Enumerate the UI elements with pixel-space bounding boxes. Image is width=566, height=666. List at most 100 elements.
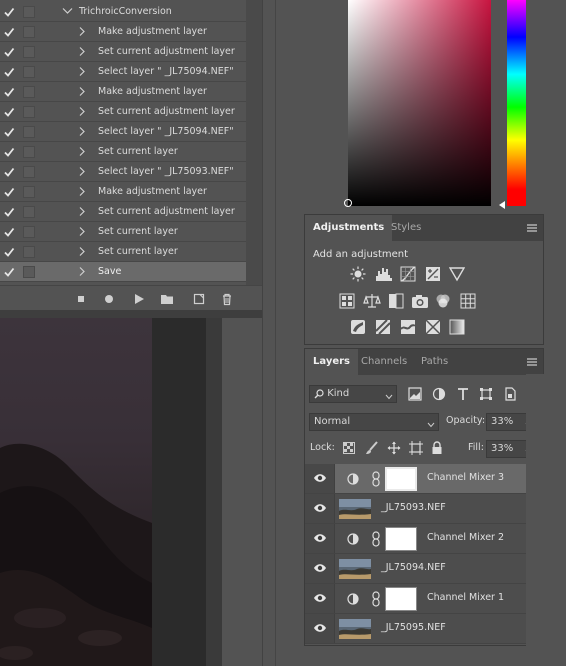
filter-type-icon[interactable] xyxy=(456,387,470,401)
action-item[interactable]: Make adjustment layer xyxy=(0,82,246,102)
layer-row[interactable]: _JL75094.NEF xyxy=(305,554,527,584)
checkmark-icon[interactable] xyxy=(3,46,15,58)
layer-mask-thumbnail[interactable] xyxy=(385,587,417,611)
link-icon[interactable] xyxy=(372,591,380,610)
chevron-right-icon[interactable] xyxy=(78,86,86,97)
action-item[interactable]: Select layer " _JL75094.NEF" xyxy=(0,122,246,142)
filter-adjustment-icon[interactable] xyxy=(432,387,446,401)
folder-icon[interactable] xyxy=(160,292,174,306)
chevron-right-icon[interactable] xyxy=(78,106,86,117)
visibility-toggle[interactable] xyxy=(305,524,335,553)
layer-row[interactable]: _JL75095.NEF xyxy=(305,614,527,644)
layer-mask-thumbnail[interactable] xyxy=(385,467,417,491)
dialog-toggle-box[interactable] xyxy=(23,86,35,98)
dialog-toggle-box[interactable] xyxy=(23,186,35,198)
layer-row[interactable]: _JL75093.NEF xyxy=(305,494,527,524)
dialog-toggle-box[interactable] xyxy=(23,246,35,258)
chevron-right-icon[interactable] xyxy=(78,166,86,177)
trash-icon[interactable] xyxy=(220,292,234,306)
curves-icon[interactable] xyxy=(400,266,416,282)
stop-icon[interactable] xyxy=(74,292,88,306)
checkmark-icon[interactable] xyxy=(3,226,15,238)
tab-layers[interactable]: Layers xyxy=(305,349,358,375)
play-icon[interactable] xyxy=(132,292,146,306)
visibility-toggle[interactable] xyxy=(305,584,335,613)
lock-artboard-icon[interactable] xyxy=(409,441,423,455)
exposure-icon[interactable] xyxy=(425,266,441,282)
dialog-toggle-box[interactable] xyxy=(23,146,35,158)
hue-saturation-icon[interactable] xyxy=(339,293,355,309)
record-icon[interactable] xyxy=(102,292,116,306)
chevron-right-icon[interactable] xyxy=(78,246,86,257)
action-item[interactable]: Set current layer xyxy=(0,242,246,262)
action-item[interactable]: Set current adjustment layer xyxy=(0,202,246,222)
color-balance-icon[interactable] xyxy=(363,293,381,309)
chevron-right-icon[interactable] xyxy=(78,146,86,157)
checkmark-icon[interactable] xyxy=(3,166,15,178)
action-item[interactable]: Save xyxy=(0,262,246,282)
dialog-toggle-box[interactable] xyxy=(23,226,35,238)
chevron-right-icon[interactable] xyxy=(78,226,86,237)
chevron-right-icon[interactable] xyxy=(78,46,86,57)
link-icon[interactable] xyxy=(372,471,380,490)
layer-image-thumbnail[interactable] xyxy=(339,499,371,519)
chevron-right-icon[interactable] xyxy=(78,186,86,197)
dialog-toggle-box[interactable] xyxy=(23,106,35,118)
panel-menu-icon[interactable] xyxy=(527,357,537,367)
hue-slider-handle-icon[interactable] xyxy=(497,200,507,210)
visibility-toggle[interactable] xyxy=(305,494,335,523)
action-set-row[interactable]: TrichroicConversion xyxy=(0,2,246,22)
filter-shape-icon[interactable] xyxy=(479,387,493,401)
gradient-map-icon[interactable] xyxy=(449,319,465,335)
layer-image-thumbnail[interactable] xyxy=(339,619,371,639)
photo-filter-icon[interactable] xyxy=(411,293,428,309)
vibrance-triangle-icon[interactable] xyxy=(448,266,466,282)
filter-pixel-icon[interactable] xyxy=(408,387,422,401)
layer-filter-select[interactable]: Kind xyxy=(309,385,397,403)
layer-row[interactable]: Channel Mixer 2 xyxy=(305,524,527,554)
hue-slider[interactable] xyxy=(507,0,526,206)
blend-mode-select[interactable]: Normal xyxy=(309,413,439,431)
lock-position-icon[interactable] xyxy=(387,441,401,455)
dialog-toggle-box[interactable] xyxy=(23,166,35,178)
dialog-toggle-box[interactable] xyxy=(23,206,35,218)
dialog-toggle-box[interactable] xyxy=(23,126,35,138)
threshold-icon[interactable] xyxy=(400,319,416,335)
layers-scrollbar[interactable] xyxy=(526,374,544,646)
tab-channels[interactable]: Channels xyxy=(353,349,415,375)
selective-color-icon[interactable] xyxy=(425,319,441,335)
checkmark-icon[interactable] xyxy=(3,86,15,98)
chevron-right-icon[interactable] xyxy=(78,126,86,137)
tab-styles[interactable]: Styles xyxy=(383,215,429,241)
levels-icon[interactable] xyxy=(375,266,392,282)
checkmark-icon[interactable] xyxy=(3,266,15,278)
action-item[interactable]: Select layer " _JL75094.NEF" xyxy=(0,62,246,82)
lock-image-pixels-icon[interactable] xyxy=(365,441,379,455)
checkmark-icon[interactable] xyxy=(3,106,15,118)
tab-paths[interactable]: Paths xyxy=(413,349,456,375)
chevron-right-icon[interactable] xyxy=(78,26,86,37)
checkmark-icon[interactable] xyxy=(3,26,15,38)
black-white-icon[interactable] xyxy=(388,293,404,309)
checkmark-icon[interactable] xyxy=(3,206,15,218)
actions-scrollbar[interactable] xyxy=(246,0,262,285)
dialog-toggle-box[interactable] xyxy=(23,46,35,58)
chevron-right-icon[interactable] xyxy=(78,266,86,277)
layer-row[interactable]: Channel Mixer 3 xyxy=(305,464,527,494)
layer-image-thumbnail[interactable] xyxy=(339,559,371,579)
posterize-icon[interactable] xyxy=(375,319,391,335)
action-item[interactable]: Set current adjustment layer xyxy=(0,42,246,62)
visibility-toggle[interactable] xyxy=(305,464,335,493)
chevron-right-icon[interactable] xyxy=(78,66,86,77)
action-item[interactable]: Set current adjustment layer xyxy=(0,102,246,122)
color-picker-marker[interactable] xyxy=(344,199,352,207)
color-lookup-icon[interactable] xyxy=(460,293,476,309)
dialog-toggle-box[interactable] xyxy=(23,266,35,278)
lock-transparent-pixels-icon[interactable] xyxy=(343,442,355,454)
panel-menu-icon[interactable] xyxy=(527,223,537,233)
action-item[interactable]: Set current layer xyxy=(0,222,246,242)
channel-mixer-icon[interactable] xyxy=(435,293,451,309)
canvas-scrollbar[interactable] xyxy=(206,318,222,666)
new-action-icon[interactable] xyxy=(192,292,206,306)
checkmark-icon[interactable] xyxy=(3,186,15,198)
